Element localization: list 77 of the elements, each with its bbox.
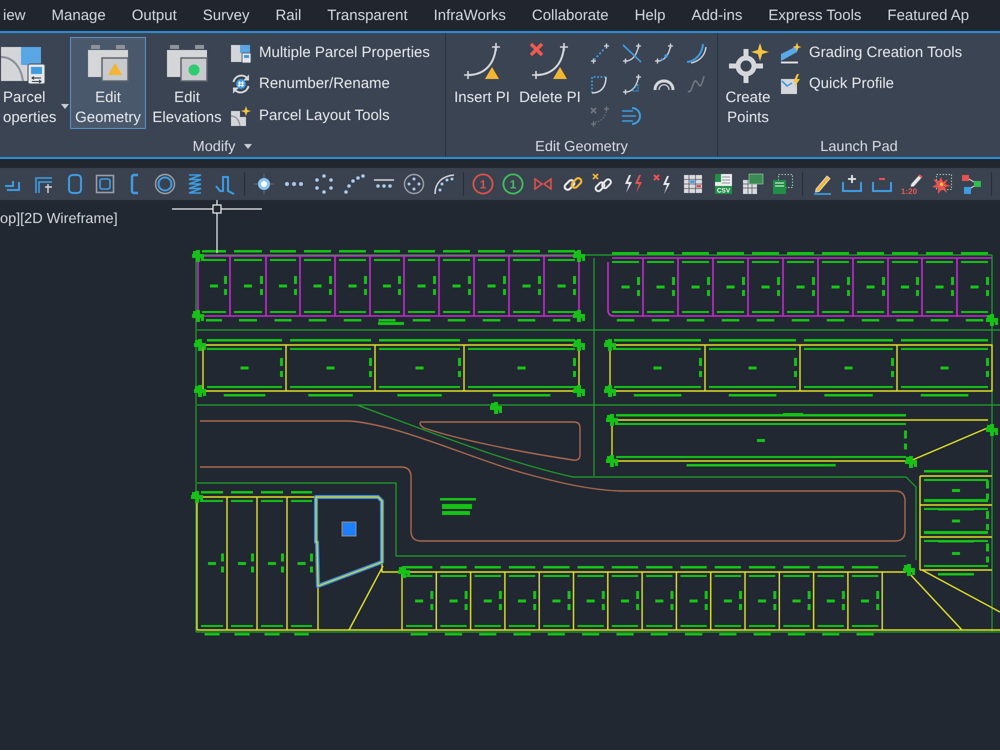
circle-icon[interactable] (154, 173, 176, 195)
dotted-arc-icon[interactable] (433, 173, 455, 195)
menu-tab[interactable]: Express Tools (768, 6, 862, 26)
vertex-marker (191, 491, 203, 503)
pencil-icon[interactable] (811, 173, 833, 195)
arc-lines-icon[interactable] (621, 104, 643, 127)
vertex-marker (986, 424, 998, 436)
point-icon[interactable] (253, 173, 275, 195)
bracket-add-icon[interactable] (841, 173, 863, 195)
vertex-marker (573, 250, 585, 262)
ribbon-button[interactable]: Parcel operties (0, 37, 70, 129)
table-icon[interactable] (682, 173, 704, 195)
number-circle-icon[interactable]: 1 (502, 173, 524, 195)
viewport-label[interactable]: op][2D Wireframe] (0, 210, 118, 228)
ribbon-button[interactable]: Edit Elevations (148, 37, 226, 129)
menu-tab[interactable]: Collaborate (532, 6, 609, 26)
menu-tab[interactable]: InfraWorks (434, 6, 506, 26)
sheet-frame-icon[interactable] (772, 173, 794, 195)
vertex-marker (604, 339, 616, 351)
ribbon-button[interactable]: Parcel Layout Tools (228, 100, 432, 132)
dots-arc-icon[interactable] (343, 173, 365, 195)
vertex-marker (905, 456, 917, 468)
menu-tab[interactable]: Output (132, 6, 177, 26)
refresh-hash-icon (230, 73, 252, 96)
menu-tab[interactable]: Rail (275, 6, 302, 26)
grip-handle[interactable] (342, 522, 356, 536)
ribbon-button[interactable]: Renumber/Rename (228, 68, 432, 100)
explode-icon[interactable] (931, 173, 953, 195)
ribbon-button[interactable]: Edit Geometry (70, 37, 146, 129)
vertex-marker (192, 310, 204, 322)
ribbon-button[interactable]: Create Points (720, 37, 776, 129)
vertex-marker (490, 402, 502, 414)
curve-slash-icon[interactable] (621, 42, 643, 64)
vertex-marker (986, 314, 998, 326)
lightning-icon[interactable] (622, 173, 644, 195)
vertex-marker (573, 339, 585, 351)
slope-sparkle-icon (780, 42, 802, 64)
ribbon-button[interactable]: Grading Creation Tools (778, 37, 964, 68)
vertex-marker (192, 250, 204, 262)
profile-lightning-icon (780, 73, 802, 96)
ribbon-button[interactable]: Insert PI (448, 37, 516, 129)
dotted-circle-icon[interactable] (403, 173, 425, 195)
offset-curves-icon[interactable] (685, 42, 707, 64)
link-delete-icon[interactable] (592, 173, 614, 195)
step-curve-icon[interactable] (214, 173, 236, 195)
menu-tab[interactable]: Manage (52, 6, 106, 26)
vertex-marker (194, 339, 206, 351)
vertex-marker (398, 566, 410, 578)
square-frame-icon[interactable] (94, 173, 116, 195)
curve-angle-icon[interactable] (621, 73, 643, 96)
menu-tab[interactable]: Add-ins (691, 6, 742, 26)
panel-title[interactable]: Modify (192, 138, 236, 156)
selected-parcel-outline[interactable] (314, 495, 384, 588)
vertex-marker (606, 455, 618, 467)
menu-tab[interactable]: Featured Ap (887, 6, 970, 26)
table-overlay-icon[interactable] (742, 173, 764, 195)
move-icon[interactable] (961, 173, 983, 195)
ribbon-button[interactable]: Quick Profile (778, 68, 964, 100)
vertex-marker (194, 385, 206, 397)
vertex-marker (573, 310, 585, 322)
ribbon-button[interactable]: Delete PI (516, 37, 584, 129)
vertex-marker (606, 414, 618, 426)
menu-tab[interactable]: Transparent (327, 6, 408, 26)
menu-tab[interactable]: iew (3, 6, 26, 26)
dotted-curve-icon[interactable] (589, 42, 611, 64)
point-sparkle-icon (726, 41, 770, 85)
ribbon-button[interactable]: Multiple Parcel Properties (228, 37, 432, 68)
vertex-marker (573, 385, 585, 397)
panel-title: Launch Pad (820, 138, 898, 156)
curve-dot-icon[interactable] (653, 42, 675, 64)
menu-tab[interactable]: Survey (202, 6, 250, 26)
vertex-marker (903, 564, 915, 576)
menu-tab[interactable]: Help (634, 6, 666, 26)
panel-title: Edit Geometry (535, 138, 628, 156)
dots-ring-icon[interactable] (313, 173, 335, 195)
parcel-sparkle-icon (230, 104, 252, 127)
vertex-marker (604, 385, 616, 397)
